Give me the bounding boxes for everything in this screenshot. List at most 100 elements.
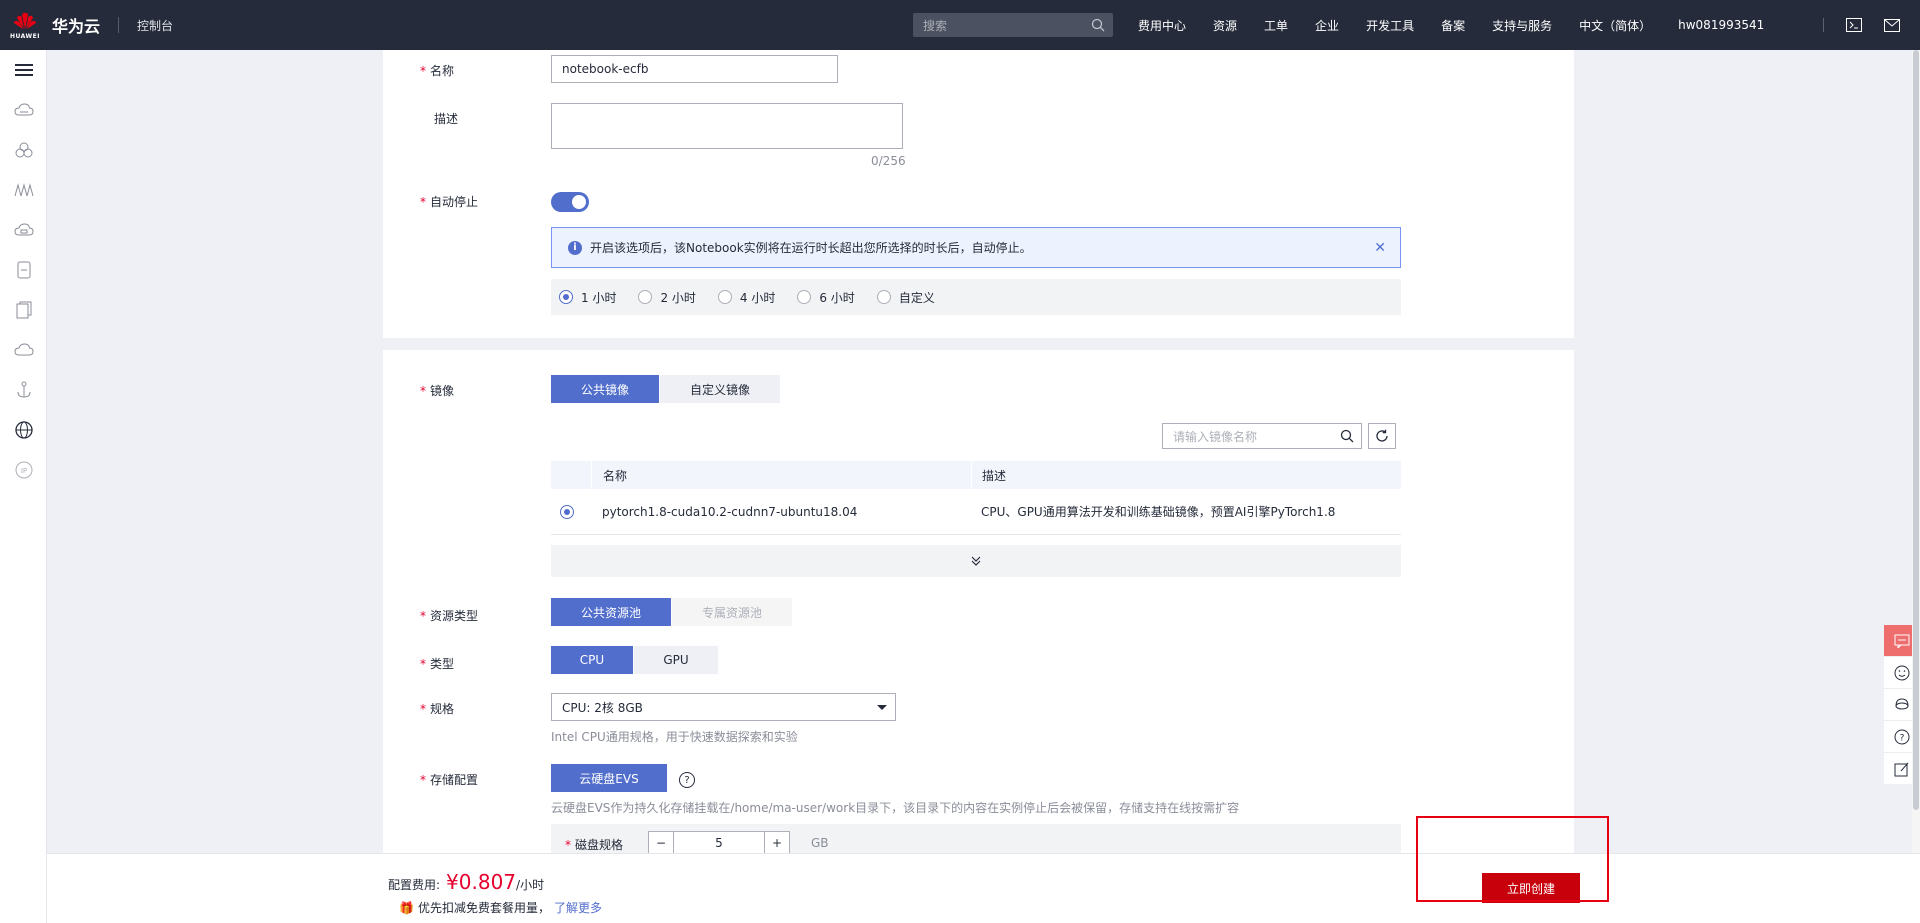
document-icon[interactable] — [0, 290, 47, 330]
learn-more-link[interactable]: 了解更多 — [554, 899, 602, 916]
spec-hint: Intel CPU通用规格，用于快速数据探索和实验 — [551, 730, 798, 744]
refresh-button[interactable] — [1368, 423, 1396, 449]
search-icon[interactable] — [1340, 429, 1354, 443]
table-row[interactable]: pytorch1.8-cuda10.2-cudnn7-ubuntu18.04 C… — [551, 489, 1401, 535]
search-icon[interactable] — [1091, 18, 1105, 32]
scrollbar-thumb[interactable] — [1913, 50, 1919, 810]
tab-public-image[interactable]: 公共镜像 — [551, 375, 659, 403]
top-right-tools — [1823, 0, 1900, 50]
info-icon: i — [568, 240, 582, 255]
tab-evs[interactable]: 云硬盘EVS — [551, 764, 667, 792]
image-label: * 镜像 — [420, 384, 455, 398]
radio[interactable] — [876, 290, 891, 304]
price-unit: /小时 — [516, 878, 545, 892]
nav-support[interactable]: 支持与服务 — [1492, 17, 1552, 34]
huawei-flower-icon — [14, 12, 36, 29]
duration-option-custom[interactable]: 自定义 — [876, 289, 935, 306]
mail-icon[interactable] — [1884, 18, 1900, 32]
modelarts-icon[interactable] — [0, 170, 47, 210]
auto-stop-toggle[interactable] — [551, 192, 589, 212]
price-line: 配置费用: ¥0.807 /小时 — [388, 870, 544, 894]
tab-cpu[interactable]: CPU — [551, 646, 633, 674]
radio[interactable] — [638, 290, 653, 304]
name-label: * 名称 — [420, 64, 455, 78]
cloud-icon[interactable] — [0, 330, 47, 370]
row-radio[interactable] — [560, 504, 574, 519]
info-text: 开启该选项后，该Notebook实例将在运行时长超出您所选择的时长后，自动停止。 — [590, 241, 1032, 255]
gift-icon: 🎁 — [399, 900, 414, 915]
user-account[interactable]: hw081993541 — [1678, 18, 1764, 32]
database-icon[interactable] — [0, 250, 47, 290]
spec-select[interactable]: CPU: 2核 8GB — [551, 693, 896, 721]
create-now-button[interactable]: 立即创建 — [1482, 873, 1580, 903]
menu-icon[interactable] — [0, 50, 47, 90]
basic-info-card: * 名称 notebook-ecfb 描述 0/256 * 自动停止 i 开启该选项… — [383, 50, 1574, 338]
brand-name[interactable]: 华为云 — [52, 13, 100, 37]
desc-counter: 0/256 — [871, 154, 906, 168]
nav-dev-tools[interactable]: 开发工具 — [1366, 17, 1414, 34]
global-search-input[interactable]: 搜索 — [913, 13, 1113, 37]
console-link[interactable]: 控制台 — [137, 17, 173, 34]
nav-billing[interactable]: 费用中心 — [1138, 17, 1186, 34]
tab-custom-image[interactable]: 自定义镜像 — [660, 375, 780, 403]
duration-option-4h[interactable]: 4 小时 — [717, 289, 775, 306]
type-label: * 类型 — [420, 657, 455, 671]
auto-stop-info: i 开启该选项后，该Notebook实例将在运行时长超出您所选择的时长后，自动停… — [551, 227, 1401, 268]
duration-option-2h[interactable]: 2 小时 — [638, 289, 696, 306]
chevron-double-down-icon — [971, 556, 981, 566]
top-nav: 费用中心 资源 工单 企业 开发工具 备案 支持与服务 中文（简体） hw081… — [1138, 0, 1791, 50]
disk-spec-row: * 磁盘规格 − 5 + GB — [551, 824, 1401, 854]
storage-label: * 存储配置 — [420, 773, 479, 787]
price-label: 配置费用: — [388, 878, 441, 892]
svg-text:?: ? — [1900, 733, 1905, 743]
image-search-input[interactable]: 请输入镜像名称 — [1162, 423, 1362, 449]
name-input[interactable]: notebook-ecfb — [551, 55, 838, 83]
radio-selected[interactable] — [559, 290, 573, 304]
scrollbar[interactable] — [1912, 50, 1920, 853]
close-icon[interactable]: ✕ — [1374, 240, 1386, 256]
description-textarea[interactable] — [551, 103, 903, 149]
tab-gpu[interactable]: GPU — [634, 646, 718, 674]
expand-table-button[interactable] — [551, 545, 1401, 577]
search-placeholder: 搜索 — [923, 18, 948, 33]
column-header-name[interactable]: 名称 — [591, 461, 971, 489]
disk-stepper: − 5 + — [648, 831, 790, 854]
image-name: pytorch1.8-cuda10.2-cudnn7-ubuntu18.04 — [602, 504, 858, 519]
config-card: * 镜像 公共镜像 自定义镜像 请输入镜像名称 名称 描述 pytorch1.8-… — [383, 350, 1574, 854]
nav-resources[interactable]: 资源 — [1213, 17, 1237, 34]
image-desc: CPU、GPU通用算法开发和训练基础镜像，预置AI引擎PyTorch1.8 — [981, 505, 1336, 519]
nav-tickets[interactable]: 工单 — [1264, 17, 1288, 34]
radio[interactable] — [717, 290, 732, 304]
tab-public-pool[interactable]: 公共资源池 — [551, 598, 671, 626]
help-icon[interactable]: ? — [679, 772, 695, 788]
cloud-storage-icon[interactable] — [0, 210, 47, 250]
globe-icon[interactable] — [0, 410, 47, 450]
anchor-icon[interactable] — [0, 370, 47, 410]
huawei-logo[interactable]: HUAWEI — [0, 0, 50, 50]
cloud-server-icon[interactable] — [0, 90, 47, 130]
nav-icp[interactable]: 备案 — [1441, 17, 1465, 34]
tab-dedicated-pool[interactable]: 专属资源池 — [672, 598, 792, 626]
column-header-desc[interactable]: 描述 — [971, 461, 1401, 489]
nav-language[interactable]: 中文（简体） — [1579, 17, 1651, 34]
type-tabs: CPU GPU — [551, 646, 719, 674]
refresh-icon — [1376, 429, 1388, 442]
image-search-placeholder: 请输入镜像名称 — [1173, 429, 1258, 444]
cluster-icon[interactable] — [0, 130, 47, 170]
decrement-button[interactable]: − — [648, 831, 674, 854]
top-bar: HUAWEI 华为云 控制台 搜索 费用中心 资源 工单 企业 开发工具 备案 … — [0, 0, 1920, 50]
increment-button[interactable]: + — [764, 831, 790, 854]
nav-enterprise[interactable]: 企业 — [1315, 17, 1339, 34]
radio[interactable] — [797, 290, 812, 304]
promo-text: 优先扣减免费套餐用量， — [417, 901, 550, 915]
disk-value[interactable]: 5 — [674, 831, 764, 854]
terminal-icon[interactable] — [1846, 18, 1862, 32]
price-value: ¥0.807 — [446, 870, 517, 894]
ip-icon[interactable]: IP — [0, 450, 47, 490]
image-table: 名称 描述 pytorch1.8-cuda10.2-cudnn7-ubuntu1… — [551, 461, 1401, 577]
auto-stop-label: * 自动停止 — [420, 195, 479, 209]
duration-option-6h[interactable]: 6 小时 — [797, 289, 855, 306]
logo-text: HUAWEI — [9, 32, 41, 40]
storage-tabs: 云硬盘EVS — [551, 764, 668, 792]
duration-option-1h[interactable]: 1 小时 — [559, 289, 616, 306]
